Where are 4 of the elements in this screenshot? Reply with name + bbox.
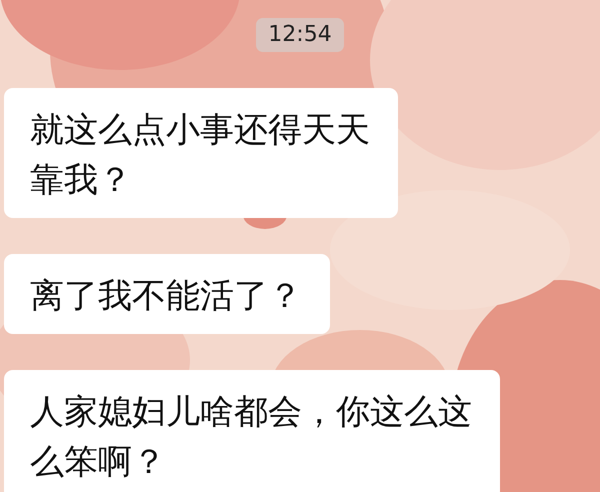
timestamp: 12:54	[256, 18, 344, 52]
message-text: 离了我不能活了？	[30, 275, 302, 318]
message-text: 人家媳妇儿啥都会，你这么这 么笨啊？	[30, 391, 472, 484]
message-text: 就这么点小事还得天天 靠我？	[30, 109, 370, 202]
